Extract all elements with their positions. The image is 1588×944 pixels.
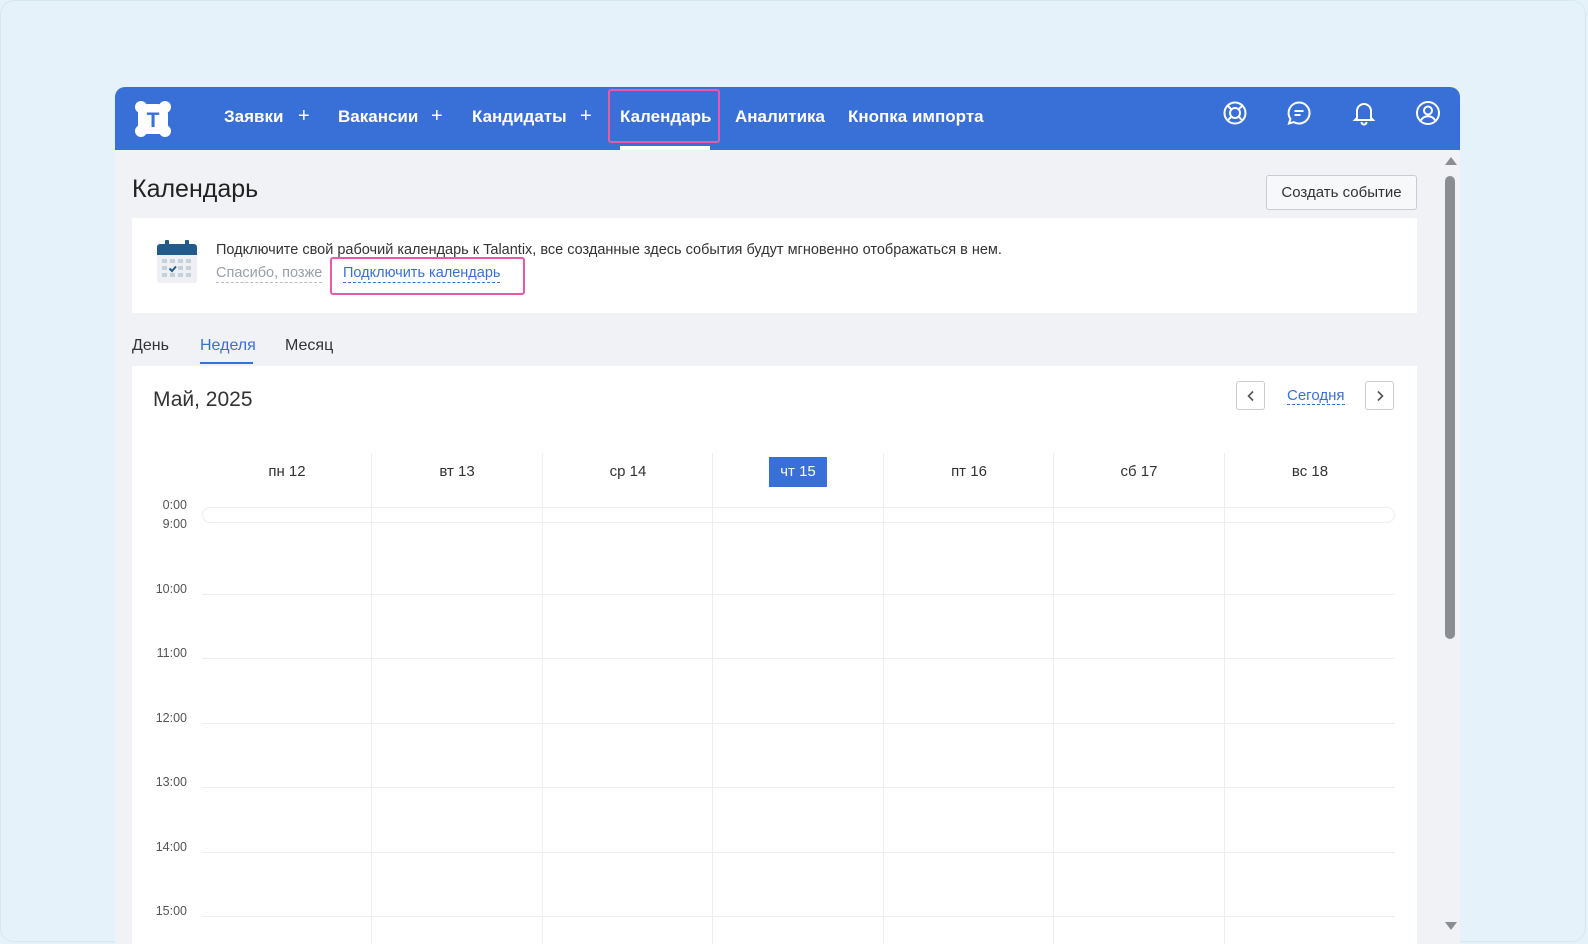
tab-day[interactable]: День [132, 337, 169, 355]
collapsed-hours-row[interactable] [202, 507, 1395, 523]
day-label: пн 12 [268, 463, 306, 480]
hour-gridline [202, 852, 1395, 853]
time-label: 13:00 [155, 775, 187, 789]
create-event-button[interactable]: Создать событие [1266, 175, 1417, 210]
bell-icon[interactable] [1351, 100, 1377, 126]
hour-gridline [202, 723, 1395, 724]
nav-import-button[interactable]: Кнопка импорта [848, 87, 984, 150]
day-header-sun[interactable]: вс 18 [1225, 457, 1395, 487]
today-day-label: чт 15 [769, 457, 827, 487]
top-navbar: T Заявки + Вакансии + Кандидаты + Календ… [115, 87, 1460, 150]
scroll-thumb[interactable] [1445, 176, 1455, 639]
scroll-down-arrow-icon[interactable] [1445, 922, 1457, 930]
scroll-up-arrow-icon[interactable] [1445, 157, 1457, 165]
time-label: 11:00 [156, 646, 187, 660]
day-label: вт 13 [439, 463, 475, 480]
chevron-right-icon [1377, 390, 1384, 402]
hour-gridline [202, 916, 1395, 917]
chat-icon[interactable] [1286, 100, 1312, 126]
app-window: T Заявки + Вакансии + Кандидаты + Календ… [115, 87, 1460, 944]
logo-letter: T [147, 109, 160, 132]
column-divider [542, 453, 543, 944]
page-scrollbar[interactable] [1441, 150, 1460, 944]
active-tab-indicator [200, 362, 253, 364]
nav-calendar-highlight [608, 89, 720, 143]
chevron-left-icon [1247, 390, 1254, 402]
help-lifebuoy-icon[interactable] [1222, 100, 1248, 126]
connect-calendar-banner: Подключите свой рабочий календарь к Tala… [132, 218, 1417, 313]
day-header-wed[interactable]: ср 14 [543, 457, 713, 487]
time-label: 9:00 [162, 517, 187, 531]
week-calendar: Май, 2025 Сегодня пн 12 вт 13 ср 14 чт 1… [132, 366, 1417, 944]
time-label: 0:00 [162, 498, 187, 512]
calendar-icon [156, 240, 198, 284]
month-label: Май, 2025 [153, 388, 253, 411]
page-title: Календарь [132, 175, 259, 203]
today-link[interactable]: Сегодня [1287, 387, 1345, 405]
column-divider [1053, 453, 1054, 944]
dismiss-later-link[interactable]: Спасибо, позже [216, 265, 323, 283]
nav-active-indicator [620, 146, 710, 150]
hour-gridline [202, 594, 1395, 595]
day-label: пт 16 [951, 463, 987, 480]
day-header-fri[interactable]: пт 16 [884, 457, 1054, 487]
day-header-sat[interactable]: сб 17 [1054, 457, 1224, 487]
talantix-logo[interactable]: T [133, 99, 173, 139]
day-label: ср 14 [609, 463, 647, 480]
connect-calendar-highlight [330, 257, 525, 295]
column-divider [883, 453, 884, 944]
nav-candidates-add-button[interactable]: + [580, 87, 592, 150]
column-divider [371, 453, 372, 944]
nav-requests-add-button[interactable]: + [298, 87, 310, 150]
next-week-button[interactable] [1365, 381, 1394, 410]
nav-candidates[interactable]: Кандидаты [472, 87, 567, 150]
prev-week-button[interactable] [1236, 381, 1265, 410]
nav-analytics[interactable]: Аналитика [735, 87, 825, 150]
day-header-tue[interactable]: вт 13 [372, 457, 542, 487]
day-label: вс 18 [1291, 463, 1329, 480]
day-label: сб 17 [1120, 463, 1158, 480]
hour-gridline [202, 658, 1395, 659]
time-label: 15:00 [155, 904, 187, 918]
time-label: 14:00 [155, 840, 187, 854]
time-label: 12:00 [155, 711, 187, 725]
hour-gridline [202, 787, 1395, 788]
banner-message: Подключите свой рабочий календарь к Tala… [216, 242, 1002, 258]
tab-month[interactable]: Месяц [285, 337, 333, 355]
column-divider [1224, 453, 1225, 944]
day-header-thu-today[interactable]: чт 15 [713, 457, 883, 487]
nav-vacancies-add-button[interactable]: + [431, 87, 443, 150]
tab-week[interactable]: Неделя [200, 337, 256, 355]
column-divider [712, 453, 713, 944]
day-header-mon[interactable]: пн 12 [202, 457, 372, 487]
time-label: 10:00 [155, 582, 187, 596]
nav-requests[interactable]: Заявки [224, 87, 283, 150]
user-icon[interactable] [1415, 100, 1441, 126]
nav-vacancies[interactable]: Вакансии [338, 87, 418, 150]
